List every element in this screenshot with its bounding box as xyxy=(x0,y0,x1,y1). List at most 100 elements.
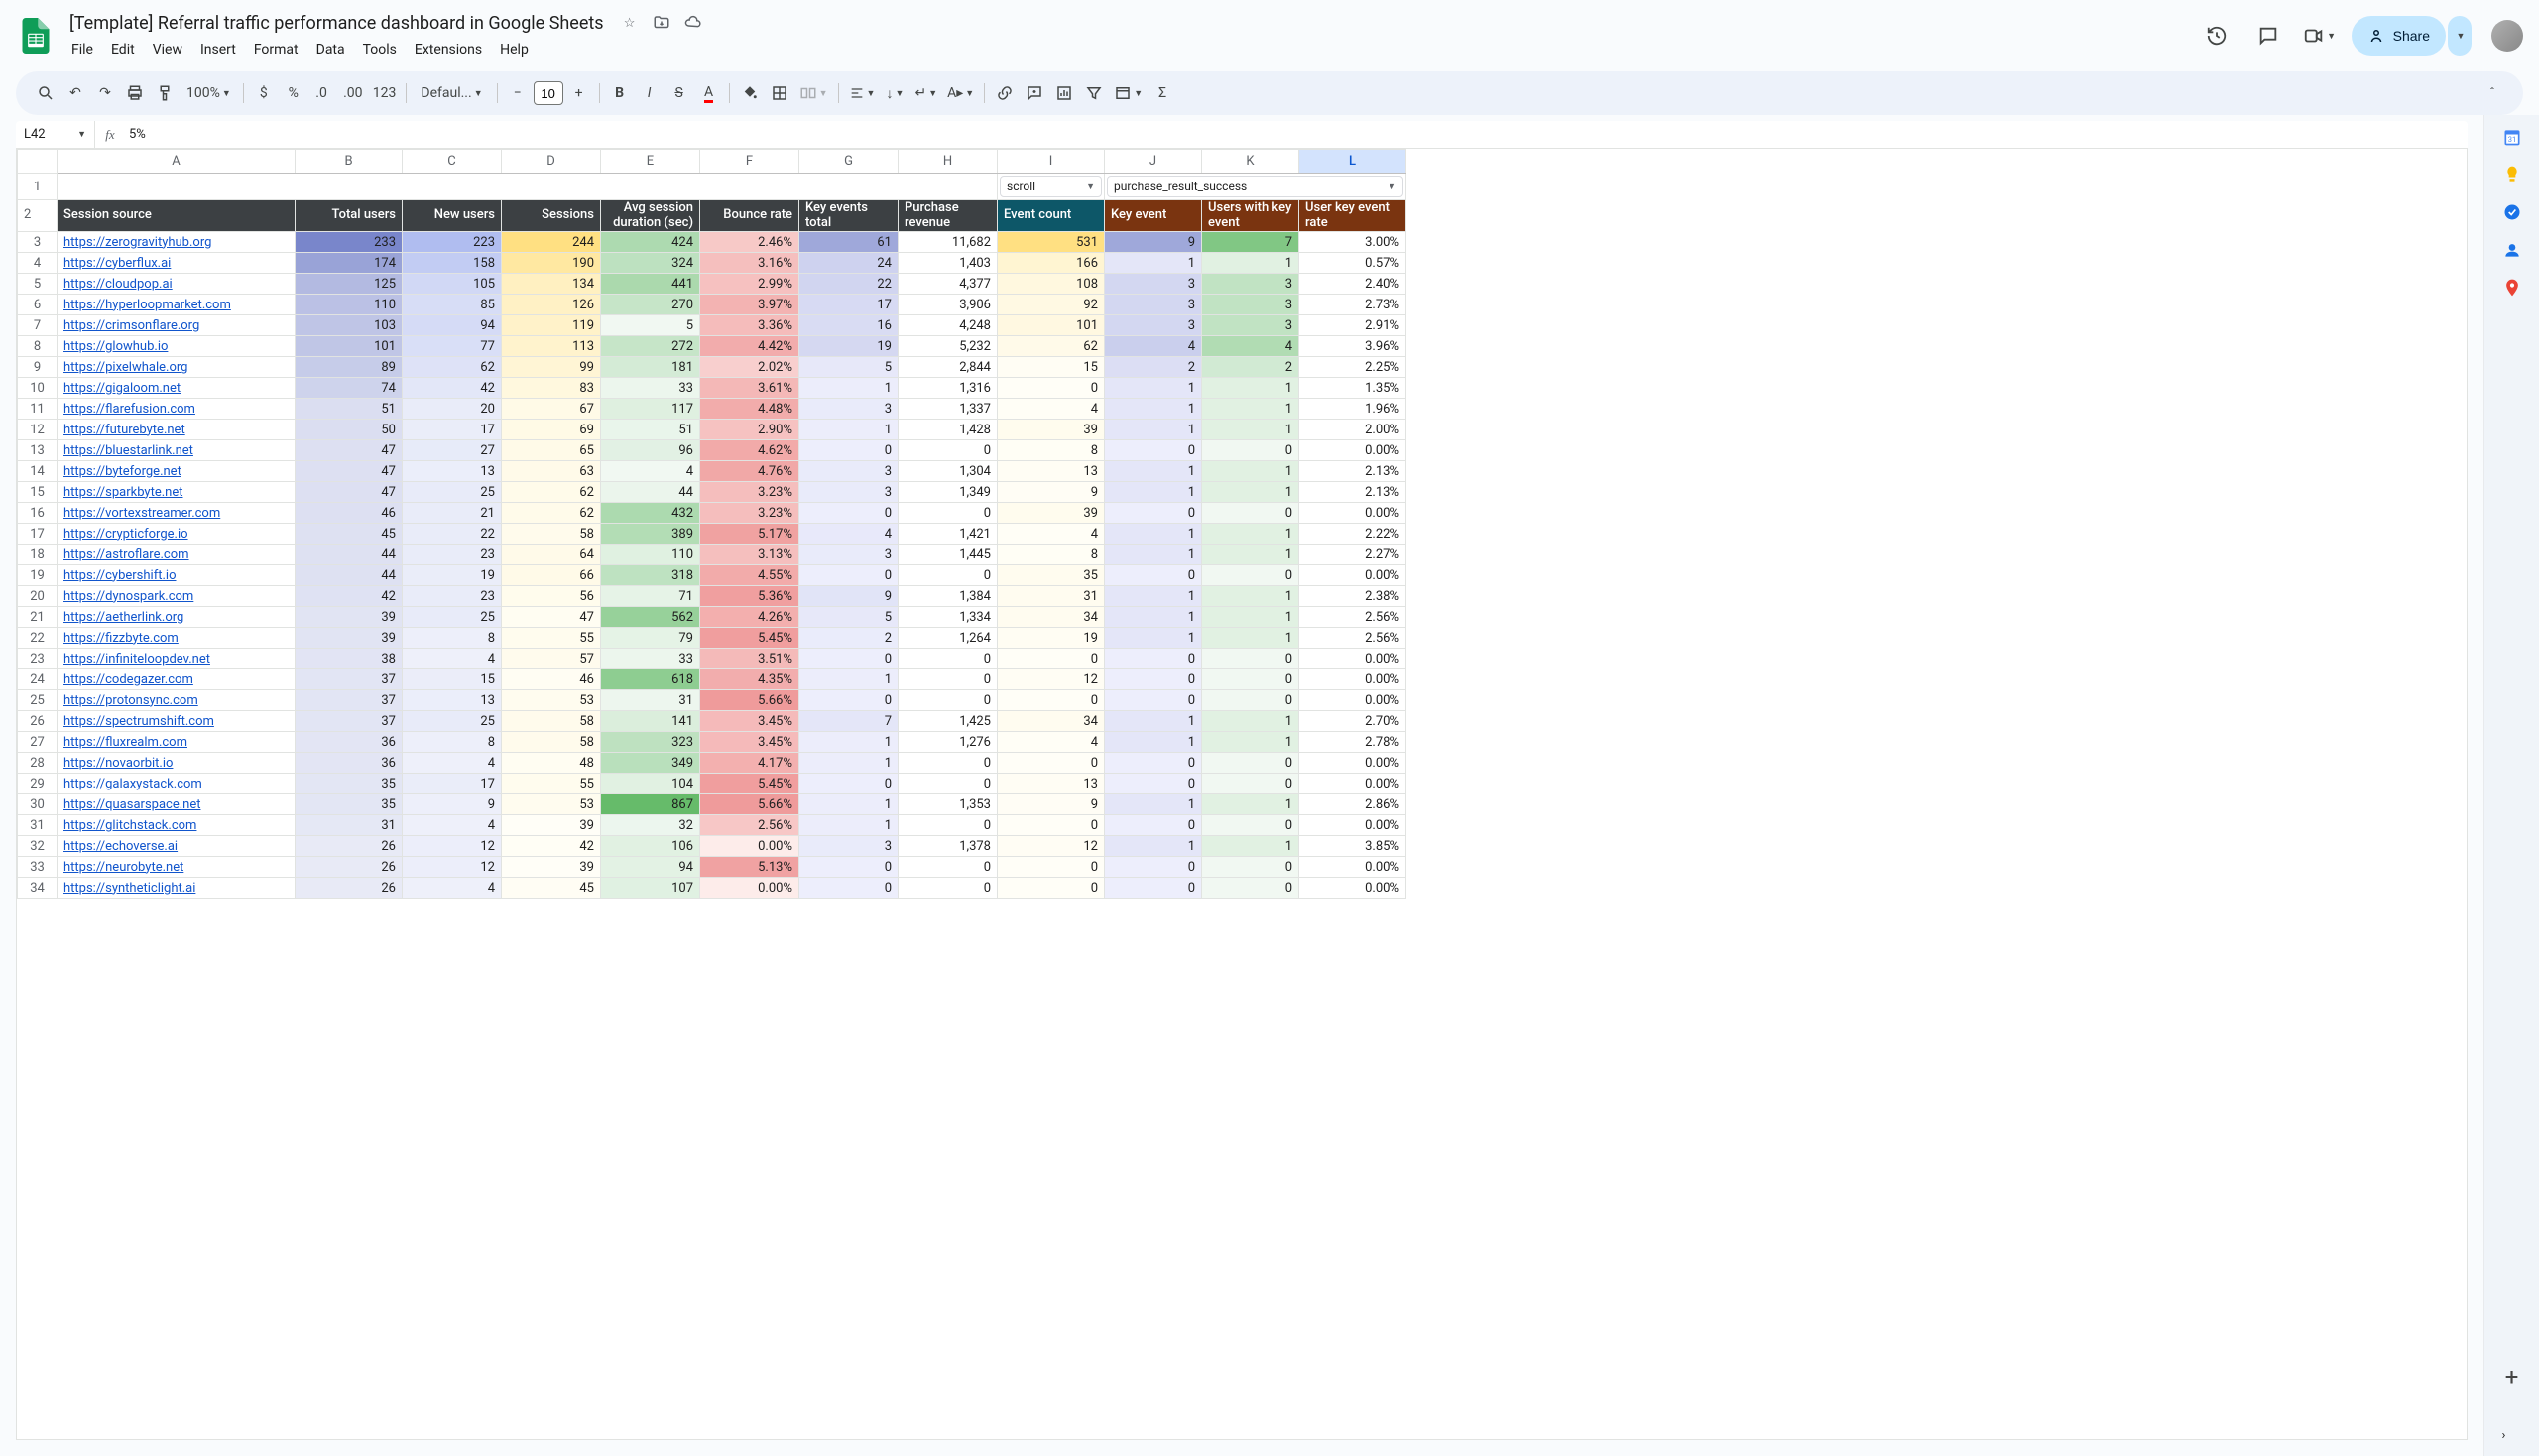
cell-link[interactable]: https://byteforge.net xyxy=(58,461,296,482)
cell[interactable]: 1 xyxy=(1105,482,1202,503)
cell-link[interactable]: https://futurebyte.net xyxy=(58,420,296,440)
cell[interactable]: 17 xyxy=(799,295,899,315)
cell[interactable]: 1 xyxy=(1202,253,1299,274)
cell[interactable]: 4 xyxy=(403,649,502,669)
cell[interactable]: 3 xyxy=(799,545,899,565)
cell[interactable]: 85 xyxy=(403,295,502,315)
cell[interactable]: 1 xyxy=(1202,482,1299,503)
cell[interactable]: 23 xyxy=(403,586,502,607)
cell-link[interactable]: https://spectrumshift.com xyxy=(58,711,296,732)
cell[interactable]: 3.97% xyxy=(700,295,799,315)
cell[interactable]: 9 xyxy=(799,586,899,607)
cell[interactable]: 562 xyxy=(601,607,700,628)
cell[interactable]: 318 xyxy=(601,565,700,586)
cell[interactable]: 47 xyxy=(296,482,403,503)
cell[interactable]: 2.56% xyxy=(700,815,799,836)
cell[interactable]: 3 xyxy=(1202,274,1299,295)
cell[interactable]: 0 xyxy=(799,774,899,794)
cell[interactable]: 0 xyxy=(1202,503,1299,524)
cell[interactable]: 67 xyxy=(502,399,601,420)
cell[interactable]: 2.56% xyxy=(1299,607,1406,628)
cell[interactable]: 51 xyxy=(296,399,403,420)
cell[interactable]: 424 xyxy=(601,232,700,253)
cell[interactable]: 2.78% xyxy=(1299,732,1406,753)
cell[interactable]: 12 xyxy=(403,836,502,857)
cell[interactable]: 63 xyxy=(502,461,601,482)
cell[interactable]: 2 xyxy=(799,628,899,649)
cell[interactable]: 66 xyxy=(502,565,601,586)
zoom-select[interactable]: 100%▼ xyxy=(181,78,237,108)
cell-link[interactable]: https://vortexstreamer.com xyxy=(58,503,296,524)
cell[interactable]: 5,232 xyxy=(899,336,998,357)
row-header-22[interactable]: 22 xyxy=(18,628,58,649)
share-button[interactable]: Share xyxy=(2352,16,2446,56)
cell[interactable]: 1.35% xyxy=(1299,378,1406,399)
cell-link[interactable]: https://echoverse.ai xyxy=(58,836,296,857)
cell[interactable]: 15 xyxy=(403,669,502,690)
cell[interactable]: 0 xyxy=(998,649,1105,669)
cell[interactable]: 12 xyxy=(998,669,1105,690)
cell[interactable]: 4.17% xyxy=(700,753,799,774)
cell[interactable]: 0.00% xyxy=(1299,857,1406,878)
strikethrough-icon[interactable]: S xyxy=(665,78,693,108)
cell[interactable]: 1,353 xyxy=(899,794,998,815)
cell[interactable]: 1 xyxy=(1202,420,1299,440)
cell[interactable]: 0 xyxy=(1202,565,1299,586)
cell[interactable]: 119 xyxy=(502,315,601,336)
redo-icon[interactable]: ↷ xyxy=(91,78,119,108)
cell[interactable]: 1 xyxy=(1105,378,1202,399)
cell[interactable]: 110 xyxy=(296,295,403,315)
cell[interactable]: 1 xyxy=(1105,607,1202,628)
cell[interactable]: 89 xyxy=(296,357,403,378)
row-header-21[interactable]: 21 xyxy=(18,607,58,628)
cell[interactable]: 1,264 xyxy=(899,628,998,649)
cell[interactable]: 1 xyxy=(1202,732,1299,753)
cell[interactable]: 1 xyxy=(1202,399,1299,420)
cell[interactable]: 244 xyxy=(502,232,601,253)
row-header-34[interactable]: 34 xyxy=(18,878,58,899)
cell[interactable]: 55 xyxy=(502,628,601,649)
cell-link[interactable]: https://dynospark.com xyxy=(58,586,296,607)
cell[interactable]: 1 xyxy=(1202,794,1299,815)
cell[interactable]: 349 xyxy=(601,753,700,774)
text-rotation-icon[interactable]: A▸▼ xyxy=(943,78,978,108)
cell[interactable]: 104 xyxy=(601,774,700,794)
row-header-29[interactable]: 29 xyxy=(18,774,58,794)
cell[interactable]: 12 xyxy=(403,857,502,878)
cell[interactable]: 27 xyxy=(403,440,502,461)
cell[interactable]: 0 xyxy=(998,690,1105,711)
cell-link[interactable]: https://astroflare.com xyxy=(58,545,296,565)
cell[interactable]: 1 xyxy=(1202,586,1299,607)
cell[interactable]: 4 xyxy=(998,399,1105,420)
cell[interactable]: 101 xyxy=(998,315,1105,336)
row-header-19[interactable]: 19 xyxy=(18,565,58,586)
cell[interactable]: 42 xyxy=(502,836,601,857)
cell[interactable]: 0 xyxy=(899,753,998,774)
sheets-logo-icon[interactable] xyxy=(16,16,56,56)
cell-link[interactable]: https://codegazer.com xyxy=(58,669,296,690)
cell[interactable]: 1,403 xyxy=(899,253,998,274)
cell[interactable]: 26 xyxy=(296,857,403,878)
cell[interactable]: 4,377 xyxy=(899,274,998,295)
cell[interactable]: 57 xyxy=(502,649,601,669)
cell-link[interactable]: https://glowhub.io xyxy=(58,336,296,357)
row-header-15[interactable]: 15 xyxy=(18,482,58,503)
row-header-12[interactable]: 12 xyxy=(18,420,58,440)
cell[interactable]: 190 xyxy=(502,253,601,274)
cell[interactable]: 1 xyxy=(1202,711,1299,732)
cell[interactable]: 3.23% xyxy=(700,503,799,524)
cell-link[interactable]: https://sparkbyte.net xyxy=(58,482,296,503)
cell[interactable]: 117 xyxy=(601,399,700,420)
cell[interactable]: 2.56% xyxy=(1299,628,1406,649)
filter-key-event[interactable]: purchase_result_success▼ xyxy=(1107,176,1403,197)
cell[interactable]: 1 xyxy=(1105,586,1202,607)
row-header-27[interactable]: 27 xyxy=(18,732,58,753)
cell[interactable]: 1,276 xyxy=(899,732,998,753)
cell[interactable]: 441 xyxy=(601,274,700,295)
cell[interactable]: 22 xyxy=(799,274,899,295)
cell[interactable]: 74 xyxy=(296,378,403,399)
spreadsheet-grid[interactable]: ABCDEFGHIJKL1scroll▼purchase_result_succ… xyxy=(17,149,2467,1439)
cell[interactable]: 0 xyxy=(1105,753,1202,774)
cell[interactable]: 3.23% xyxy=(700,482,799,503)
functions-icon[interactable]: Σ xyxy=(1149,78,1176,108)
